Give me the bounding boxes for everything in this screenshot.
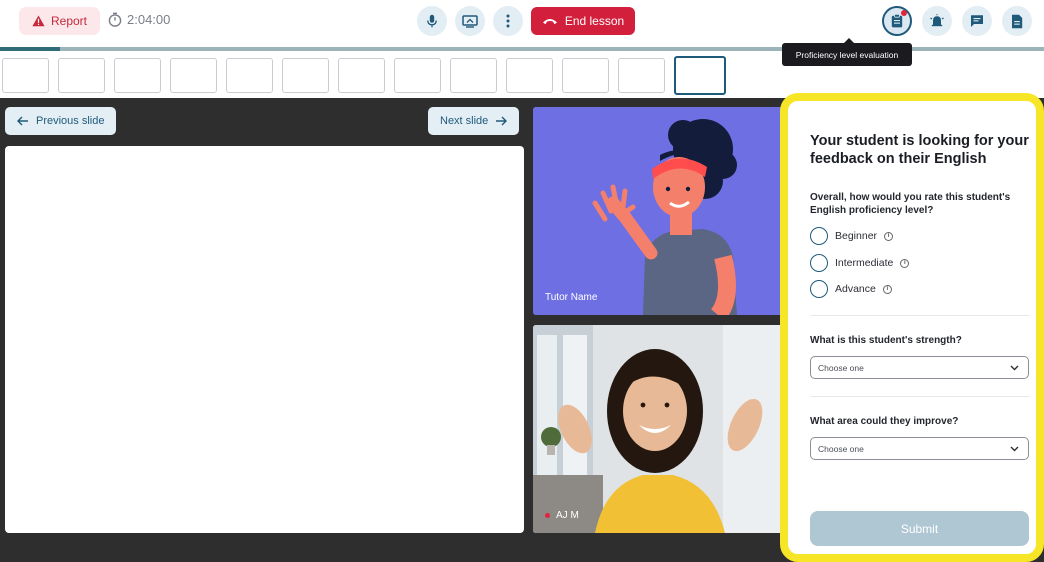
- evaluation-button[interactable]: [882, 6, 912, 36]
- bell-alert-icon: [930, 14, 944, 27]
- slide-thumbnail[interactable]: [674, 56, 726, 95]
- improve-select-value: Choose one: [818, 443, 864, 454]
- previous-slide-button[interactable]: Previous slide: [5, 107, 117, 135]
- warning-icon: [32, 15, 45, 27]
- document-icon: [1012, 14, 1023, 28]
- slide-thumbnail[interactable]: [2, 58, 49, 93]
- strength-select[interactable]: Choose one: [810, 356, 1029, 379]
- evaluation-tooltip: Proficiency level evaluation: [782, 38, 912, 66]
- beginner-radio[interactable]: [810, 227, 828, 245]
- section-divider: [810, 315, 1030, 316]
- chevron-down-icon: [1010, 446, 1019, 451]
- more-options-button[interactable]: [493, 6, 523, 36]
- student-video: AJ M: [533, 325, 783, 533]
- info-icon[interactable]: i: [900, 258, 910, 268]
- intermediate-radio[interactable]: [810, 254, 828, 272]
- level-option-beginner[interactable]: Beginner i: [810, 227, 894, 245]
- clipboard-icon: [891, 14, 903, 28]
- proficiency-question: Overall, how would you rate this student…: [810, 192, 1011, 216]
- slide-thumbnail[interactable]: [58, 58, 105, 93]
- student-video-frame: [533, 325, 783, 533]
- chat-icon: [971, 15, 983, 27]
- arrow-left-icon: [17, 116, 28, 126]
- student-name-label: AJ M: [545, 510, 579, 521]
- alert-button[interactable]: [922, 6, 952, 36]
- intermediate-label: Intermediate: [835, 257, 894, 269]
- info-icon[interactable]: i: [884, 231, 894, 241]
- level-option-advance[interactable]: Advance i: [810, 280, 892, 298]
- slide-thumbnail[interactable]: [394, 58, 441, 93]
- chat-button[interactable]: [962, 6, 992, 36]
- microphone-icon: [427, 14, 437, 28]
- screen-share-button[interactable]: [455, 6, 485, 36]
- info-icon[interactable]: i: [882, 284, 892, 294]
- tutor-video: Tutor Name: [533, 107, 783, 315]
- slide-thumbnail[interactable]: [170, 58, 217, 93]
- notes-button[interactable]: [1002, 6, 1032, 36]
- tutor-name-label: Tutor Name: [545, 292, 597, 303]
- improve-select[interactable]: Choose one: [810, 437, 1029, 460]
- notification-dot: [901, 10, 907, 16]
- advance-label: Advance: [835, 283, 876, 295]
- slide-thumbnail[interactable]: [226, 58, 273, 93]
- end-lesson-button[interactable]: End lesson: [531, 7, 635, 35]
- slide-thumbnail[interactable]: [562, 58, 609, 93]
- next-slide-button[interactable]: Next slide: [428, 107, 520, 135]
- tutor-avatar-illustration: [533, 107, 783, 315]
- slide-thumbnail[interactable]: [450, 58, 497, 93]
- microphone-button[interactable]: [417, 6, 447, 36]
- next-slide-label: Next slide: [440, 115, 489, 127]
- stopwatch-icon: [108, 12, 122, 27]
- lesson-timer: 2:04:00: [108, 12, 170, 27]
- advance-radio[interactable]: [810, 280, 828, 298]
- section-divider: [810, 396, 1030, 397]
- slide-thumbnail[interactable]: [114, 58, 161, 93]
- previous-slide-label: Previous slide: [36, 115, 105, 127]
- arrow-right-icon: [496, 116, 508, 126]
- chevron-down-icon: [1010, 365, 1019, 370]
- beginner-label: Beginner: [835, 230, 878, 242]
- report-label: Report: [50, 14, 88, 28]
- panel-title: Your student is looking for your feedbac…: [810, 133, 1029, 167]
- student-name: AJ M: [556, 510, 579, 521]
- slide-thumbnail[interactable]: [618, 58, 665, 93]
- more-vertical-icon: [506, 14, 510, 28]
- top-bar: Report 2:04:00 End lesson: [0, 0, 1044, 44]
- recording-dot: [545, 513, 550, 518]
- strength-select-value: Choose one: [818, 362, 864, 373]
- report-button[interactable]: Report: [19, 7, 100, 35]
- tutor-name: Tutor Name: [545, 292, 598, 303]
- slide-thumbnail[interactable]: [282, 58, 329, 93]
- submit-button[interactable]: Submit: [810, 511, 1029, 546]
- improve-question: What area could they improve?: [810, 416, 959, 427]
- end-lesson-label: End lesson: [564, 14, 625, 28]
- lesson-progress-fill: [0, 47, 60, 51]
- timer-value: 2:04:00: [127, 12, 171, 27]
- slide-thumbnail[interactable]: [506, 58, 553, 93]
- proficiency-evaluation-panel: Your student is looking for your feedbac…: [780, 93, 1044, 562]
- level-option-intermediate[interactable]: Intermediate i: [810, 254, 910, 272]
- strength-question: What is this student's strength?: [810, 335, 962, 346]
- slide-canvas[interactable]: [5, 146, 524, 533]
- hang-up-icon: [542, 19, 557, 25]
- slide-thumbnail[interactable]: [338, 58, 385, 93]
- screen-share-icon: [462, 14, 478, 28]
